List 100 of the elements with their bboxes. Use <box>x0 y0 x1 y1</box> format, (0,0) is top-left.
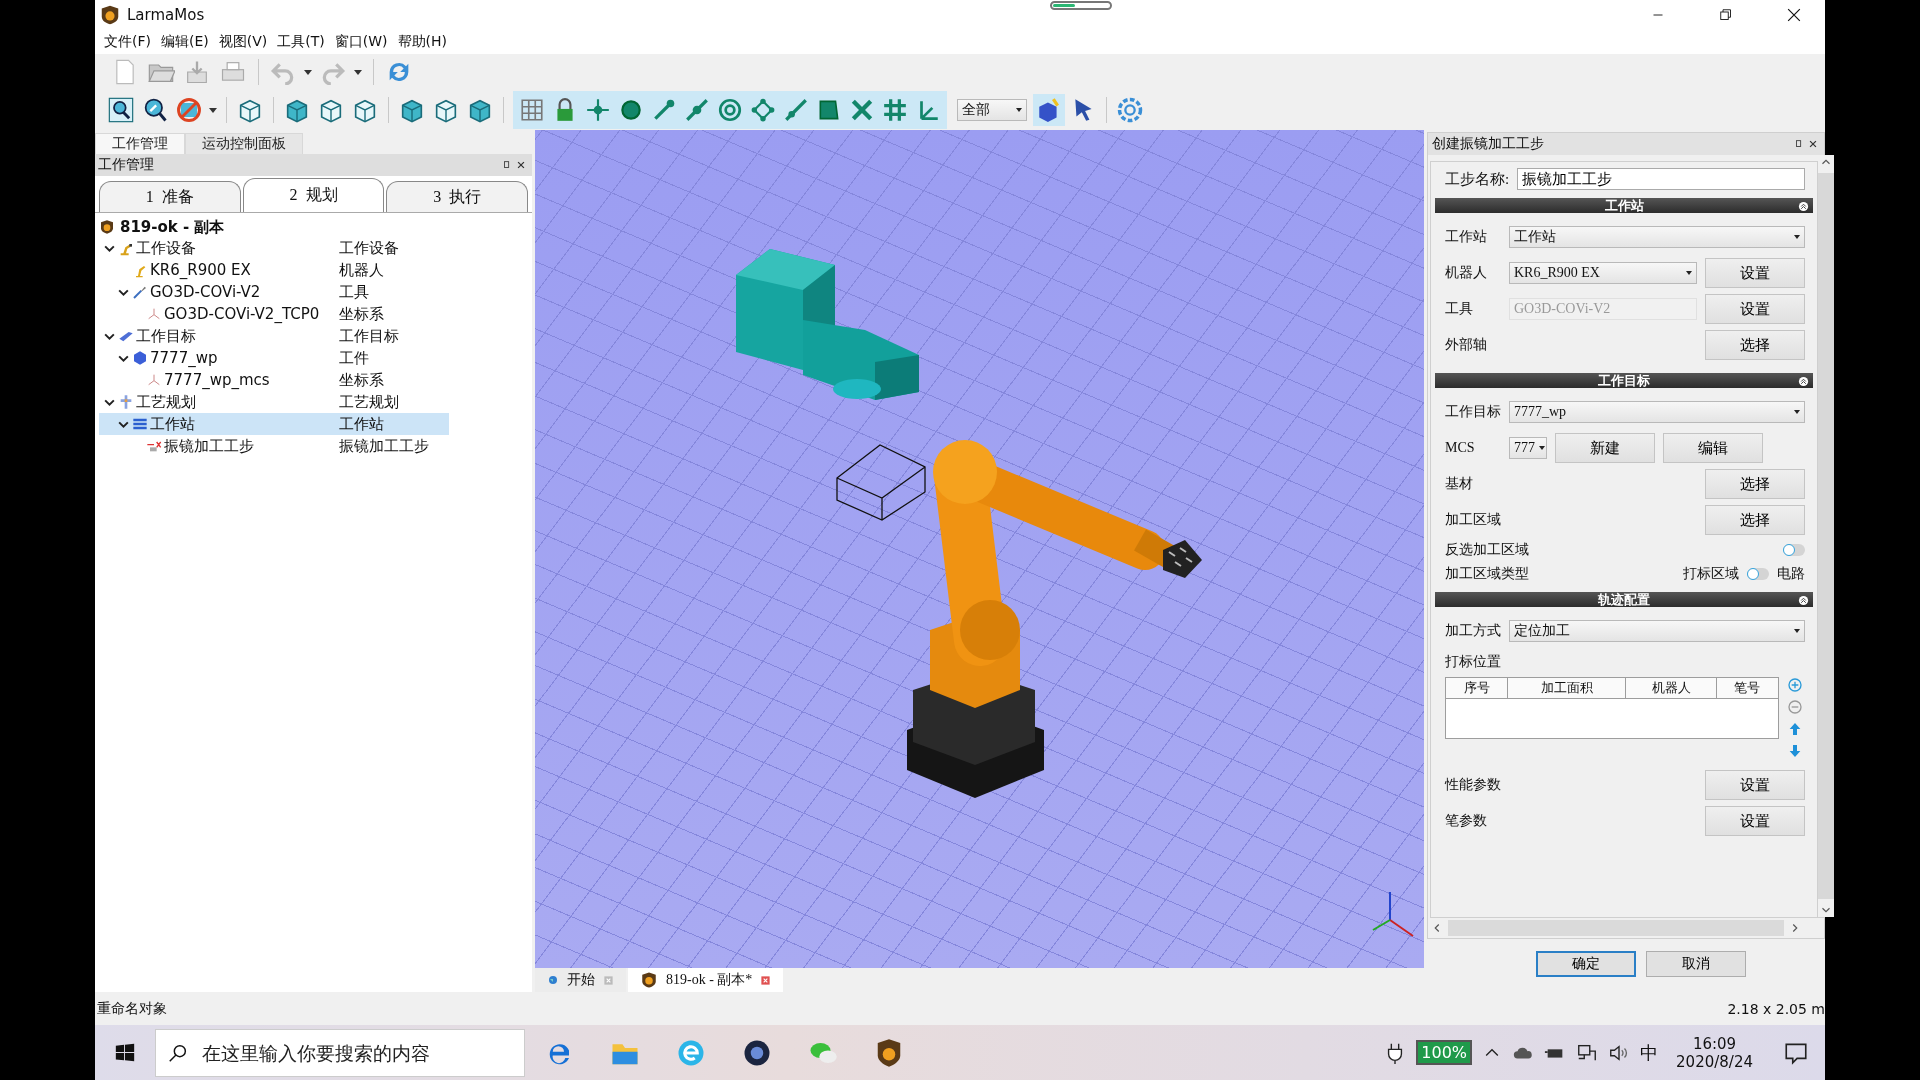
action-button[interactable]: 编辑 <box>1663 433 1763 463</box>
dot-icon[interactable] <box>618 97 644 123</box>
menu-item[interactable]: 工具(T) <box>272 33 330 51</box>
menu-item[interactable]: 视图(V) <box>213 33 273 51</box>
line-endpoint-icon[interactable] <box>651 97 677 123</box>
column-header[interactable]: 序号 <box>1445 677 1508 699</box>
tree-item[interactable]: GO3D-COVi-V2 工具 <box>99 281 449 303</box>
select-cube-icon[interactable] <box>1036 97 1062 123</box>
action-button[interactable]: 选择 <box>1705 505 1805 535</box>
caret-icon[interactable] <box>354 68 362 76</box>
float-icon[interactable] <box>1794 139 1804 149</box>
segment-icon[interactable] <box>783 97 809 123</box>
document-tab[interactable]: 开始 <box>535 968 626 992</box>
section-header[interactable]: 工作目标 <box>1435 373 1813 388</box>
grid-icon[interactable] <box>519 97 545 123</box>
wireframe-box-drawing[interactable] <box>836 444 926 521</box>
option-label: 电路 <box>1777 565 1805 583</box>
concentric-circle-icon[interactable] <box>717 97 743 123</box>
action-button[interactable]: 新建 <box>1555 433 1655 463</box>
action-button[interactable]: 选择 <box>1705 469 1805 499</box>
clock[interactable]: 16:09 2020/8/24 <box>1676 1034 1753 1071</box>
cross-icon[interactable] <box>849 97 875 123</box>
menu-item[interactable]: 编辑(E) <box>156 33 214 51</box>
hash-icon[interactable] <box>882 97 908 123</box>
action-button[interactable]: 设置 <box>1705 806 1805 836</box>
zoom-fit-icon[interactable] <box>107 96 135 124</box>
tree-item-name: 工作站 <box>150 414 195 434</box>
action-button[interactable]: 选择 <box>1705 330 1805 360</box>
step-tab[interactable]: 1 准备 <box>99 181 241 212</box>
dropdown[interactable]: 777 <box>1509 437 1547 459</box>
tree-item[interactable]: 工作站 工作站 <box>99 413 449 435</box>
step-tab[interactable]: 3 执行 <box>386 181 528 212</box>
progress-pill-icon <box>1049 1 1112 10</box>
node-diamond-icon[interactable] <box>750 97 776 123</box>
hide-object-icon[interactable] <box>175 96 203 124</box>
dropdown[interactable]: 工作站 <box>1509 226 1805 248</box>
dialog-button[interactable]: 取消 <box>1646 951 1746 977</box>
caret-icon[interactable] <box>304 68 312 76</box>
tree-root-name[interactable]: 819-ok - 副本 <box>120 217 225 237</box>
toggle-switch[interactable] <box>1783 544 1805 556</box>
step-tab[interactable]: 2 规划 <box>242 178 385 212</box>
tree-item[interactable]: KR6_R900 EX 机器人 <box>99 259 449 281</box>
arrow-up-icon[interactable] <box>1787 721 1803 737</box>
document-tab[interactable]: 819-ok - 副本* <box>628 968 784 992</box>
tree-item[interactable]: GO3D-COVi-V2_TCP0 坐标系 <box>99 303 449 325</box>
menu-item[interactable]: 帮助(H) <box>392 33 452 51</box>
tree-item[interactable]: 工作目标 工作目标 <box>99 325 449 347</box>
app-logo-icon <box>99 4 121 26</box>
dialog-button[interactable]: 确定 <box>1536 951 1636 977</box>
toggle-switch[interactable] <box>1747 568 1769 580</box>
dropdown[interactable]: 7777_wp <box>1509 401 1805 423</box>
arrow-down-icon[interactable] <box>1787 743 1803 759</box>
tab-close-icon[interactable] <box>760 974 772 986</box>
field-label: 加工区域类型 <box>1445 565 1529 583</box>
collapse-icon[interactable] <box>1798 595 1809 606</box>
action-button[interactable]: 设置 <box>1705 770 1805 800</box>
collapse-icon[interactable] <box>1798 201 1809 212</box>
tree-item[interactable]: 工艺规划 工艺规划 <box>99 391 449 413</box>
float-icon[interactable] <box>502 160 512 170</box>
tree-item[interactable]: 7777_wp 工件 <box>99 347 449 369</box>
vertical-scrollbar[interactable] <box>1818 155 1834 917</box>
section-header[interactable]: 工作站 <box>1435 198 1813 213</box>
tree-item[interactable]: 工作设备 工作设备 <box>99 237 449 259</box>
tree-item-name: 工艺规划 <box>136 392 196 412</box>
section-header[interactable]: 轨迹配置 <box>1435 592 1813 607</box>
settings-ring-icon[interactable] <box>1116 96 1144 124</box>
dropdown[interactable]: 定位加工 <box>1509 620 1805 642</box>
field-label: 基材 <box>1445 475 1474 493</box>
panel-tab[interactable]: 运动控制面板 <box>185 133 303 154</box>
dropdown[interactable]: KR6_R900 EX <box>1509 262 1697 284</box>
robot-arm-drawing[interactable] <box>907 440 1202 798</box>
panel-tab[interactable]: 工作管理 <box>95 133 185 154</box>
filter-dropdown[interactable]: 全部 <box>957 99 1027 121</box>
close-icon[interactable] <box>1808 139 1818 149</box>
field-label: 工作站 <box>1445 228 1488 246</box>
hexagon-icon <box>132 350 148 366</box>
column-header[interactable]: 笔号 <box>1716 677 1779 699</box>
tree-item-type: 工件 <box>339 348 369 368</box>
tree-item-type: 工艺规划 <box>339 392 399 412</box>
search-field[interactable]: 在这里输入你要搜索的内容 <box>155 1028 525 1077</box>
caret-icon[interactable] <box>209 106 217 114</box>
input-method-indicator[interactable]: 中 <box>1640 1040 1659 1065</box>
menu-item[interactable]: 文件(F) <box>99 33 156 51</box>
tab-label: 819-ok - 副本* <box>666 971 753 989</box>
column-header[interactable]: 加工面积 <box>1507 677 1626 699</box>
tree-item[interactable]: 7777_wp_mcs 坐标系 <box>99 369 449 391</box>
horizontal-scrollbar[interactable] <box>1430 917 1824 938</box>
crosshair-point-icon[interactable] <box>585 97 611 123</box>
tree-item[interactable]: 振镜加工工步 振镜加工工步 <box>99 435 449 457</box>
tree-item-type: 坐标系 <box>339 304 384 324</box>
action-button[interactable]: 设置 <box>1705 258 1805 288</box>
tree-item-name: GO3D-COVi-V2 <box>150 283 261 301</box>
step-name-field[interactable]: 振镜加工工步 <box>1517 168 1805 190</box>
collapse-icon[interactable] <box>1798 376 1809 387</box>
line-midpoint-icon[interactable] <box>684 97 710 123</box>
tree-item-name: 工作设备 <box>136 238 196 258</box>
add-circle-icon[interactable] <box>1787 677 1803 693</box>
close-icon[interactable] <box>516 160 526 170</box>
column-header[interactable]: 机器人 <box>1625 677 1717 699</box>
menu-item[interactable]: 窗口(W) <box>329 33 393 51</box>
